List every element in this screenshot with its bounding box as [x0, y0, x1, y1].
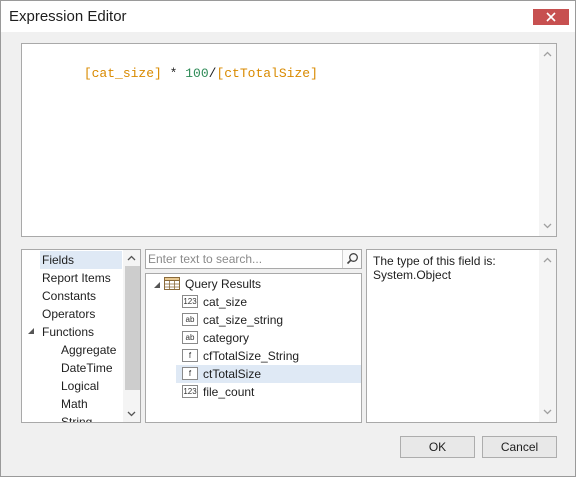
numeric-field-icon: 123: [182, 385, 198, 398]
category-item-datetime[interactable]: DateTime: [61, 359, 113, 377]
fields-tree: Query Results 123 cat_size ab cat_size_s…: [145, 273, 362, 423]
scroll-up-icon[interactable]: [127, 254, 136, 263]
calculated-field-icon: f: [182, 349, 198, 362]
search-box: [145, 249, 362, 269]
search-input[interactable]: [148, 251, 341, 267]
category-label: DateTime: [61, 361, 113, 375]
calculated-field-icon: f: [182, 367, 198, 380]
category-label: Math: [61, 397, 88, 411]
field-label: cat_size_string: [203, 313, 284, 327]
scroll-up-icon[interactable]: [543, 50, 552, 59]
expression-editor-window: Expression Editor [cat_size] * 100/[ctTo…: [0, 0, 576, 477]
expression-token: 100: [185, 66, 209, 81]
category-list: Fields Report Items Constants Operators …: [21, 249, 141, 423]
field-item-cftotalsize-string[interactable]: cfTotalSize_String: [203, 347, 299, 365]
category-label: Functions: [42, 325, 95, 339]
category-item-logical[interactable]: Logical: [61, 377, 99, 395]
expression-token: [ctTotalSize]: [216, 66, 318, 81]
field-label: ctTotalSize: [203, 367, 262, 381]
category-scrollbar[interactable]: [123, 250, 140, 422]
field-item-cat-size-string[interactable]: cat_size_string: [203, 311, 283, 329]
cancel-button[interactable]: Cancel: [482, 436, 557, 458]
scroll-down-icon[interactable]: [543, 221, 552, 230]
search-icon: [346, 253, 358, 265]
scroll-up-icon[interactable]: [543, 256, 552, 265]
expression-text-area[interactable]: [cat_size] * 100/[ctTotalSize]: [21, 43, 557, 237]
field-item-cat-size[interactable]: cat_size: [203, 293, 247, 311]
close-icon: [546, 12, 556, 22]
field-label: cat_size: [203, 295, 248, 309]
category-label: Aggregate: [61, 343, 117, 357]
field-label-selected[interactable]: ctTotalSize: [203, 365, 261, 383]
table-icon: [164, 277, 180, 290]
field-label: category: [203, 331, 250, 345]
expression-token: *: [161, 66, 186, 81]
category-item-constants[interactable]: Constants: [42, 287, 96, 305]
category-label: String: [61, 415, 93, 423]
field-item-file-count[interactable]: file_count: [203, 383, 254, 401]
window-title: Expression Editor: [9, 8, 127, 25]
category-label: Operators: [42, 307, 96, 321]
numeric-field-icon: 123: [182, 295, 198, 308]
expand-triangle-icon[interactable]: [27, 327, 35, 335]
tree-root-query-results[interactable]: Query Results: [185, 275, 261, 293]
field-item-category[interactable]: category: [203, 329, 249, 347]
scroll-down-icon[interactable]: [127, 409, 136, 418]
category-item-report-items[interactable]: Report Items: [42, 269, 111, 287]
category-label: Logical: [61, 379, 100, 393]
string-field-icon: ab: [182, 331, 198, 344]
expand-triangle-icon[interactable]: [153, 281, 161, 289]
ok-button[interactable]: OK: [400, 436, 475, 458]
category-item-math[interactable]: Math: [61, 395, 88, 413]
description-scrollbar[interactable]: [539, 250, 556, 422]
scroll-down-icon[interactable]: [543, 407, 552, 416]
field-label: cfTotalSize_String: [203, 349, 300, 363]
expression-code[interactable]: [cat_size] * 100/[ctTotalSize]: [37, 51, 318, 96]
scrollbar-thumb[interactable]: [125, 266, 140, 390]
category-item-operators[interactable]: Operators: [42, 305, 95, 323]
editor-scrollbar[interactable]: [539, 44, 556, 236]
search-button[interactable]: [342, 250, 361, 268]
category-label: Report Items: [42, 271, 111, 285]
tree-root-label: Query Results: [185, 277, 262, 291]
category-item-fields[interactable]: Fields: [40, 251, 122, 269]
category-label: Fields: [42, 253, 75, 267]
expression-token: [cat_size]: [83, 66, 162, 81]
category-label: Constants: [42, 289, 97, 303]
category-item-aggregate[interactable]: Aggregate: [61, 341, 116, 359]
close-button[interactable]: [533, 9, 569, 25]
field-description: The type of this field is: System.Object: [373, 254, 496, 282]
field-label: file_count: [203, 385, 255, 399]
description-panel: The type of this field is: System.Object: [366, 249, 557, 423]
title-bar: Expression Editor: [1, 1, 575, 32]
string-field-icon: ab: [182, 313, 198, 326]
category-item-functions[interactable]: Functions: [42, 323, 94, 341]
category-item-string[interactable]: String: [61, 413, 93, 423]
